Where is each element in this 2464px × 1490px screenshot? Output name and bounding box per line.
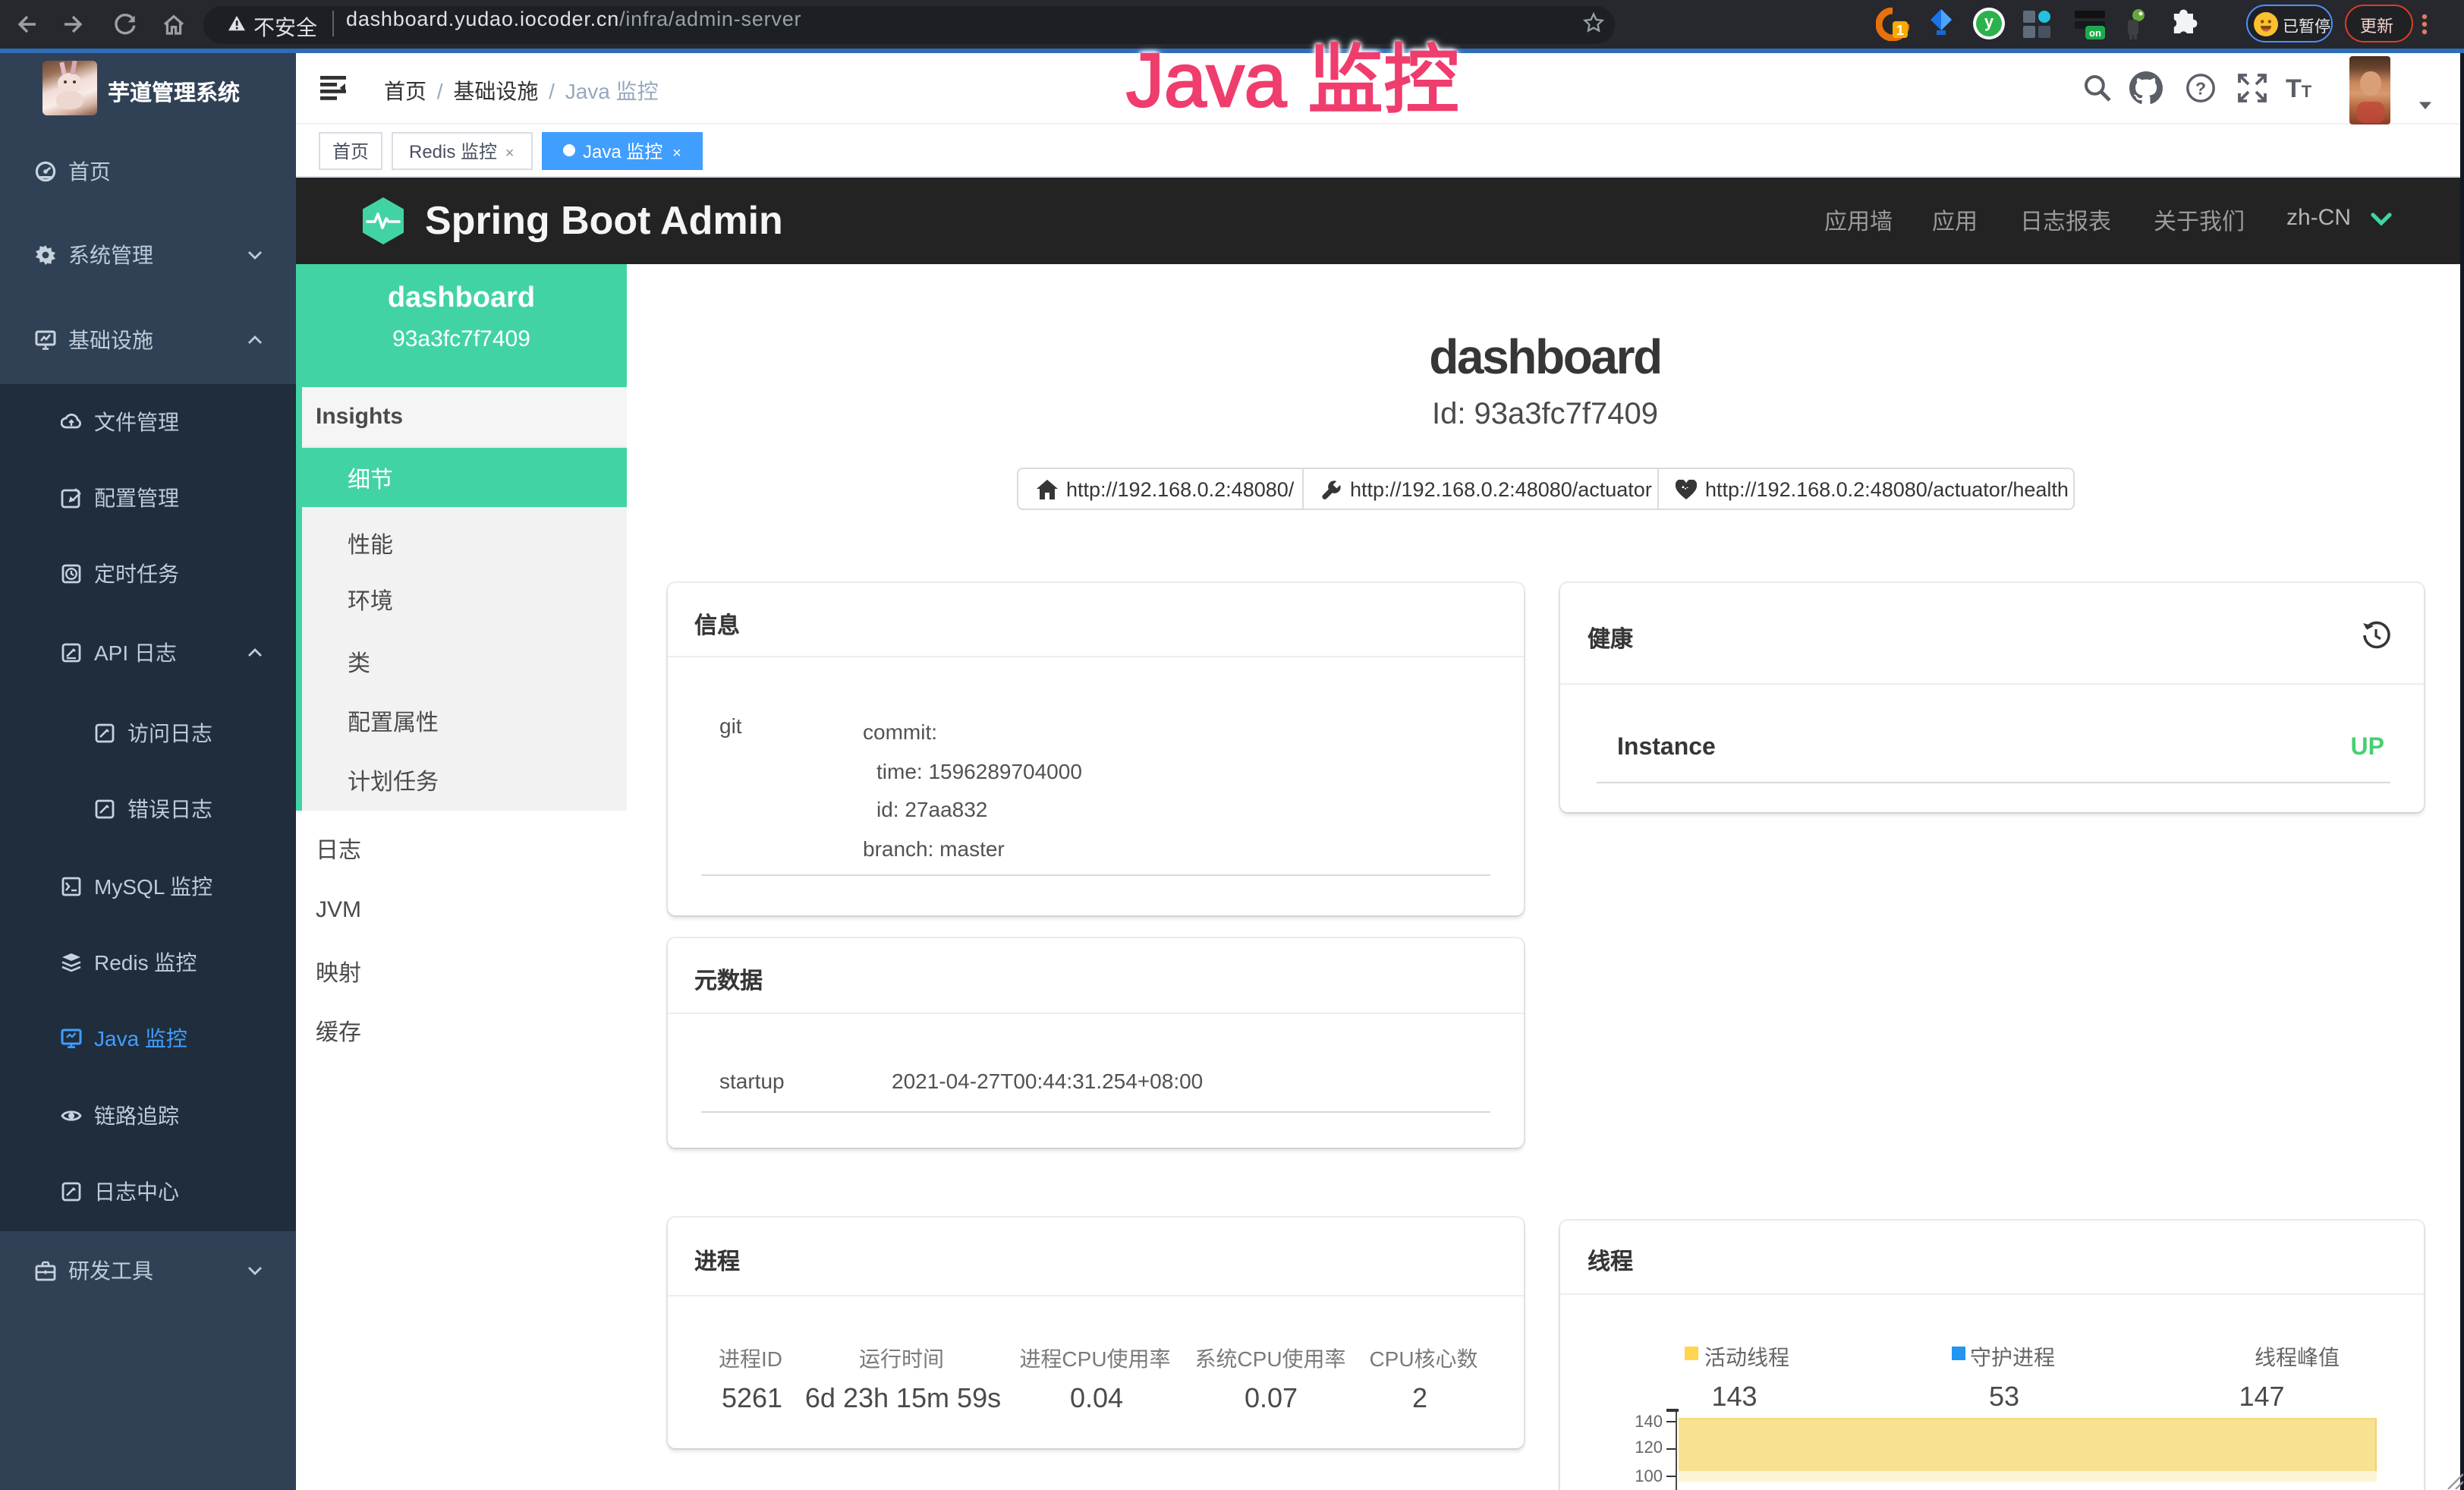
svg-text:on: on <box>2089 27 2101 39</box>
svg-text:1: 1 <box>1896 23 1904 38</box>
svg-text:?: ? <box>2195 78 2205 98</box>
